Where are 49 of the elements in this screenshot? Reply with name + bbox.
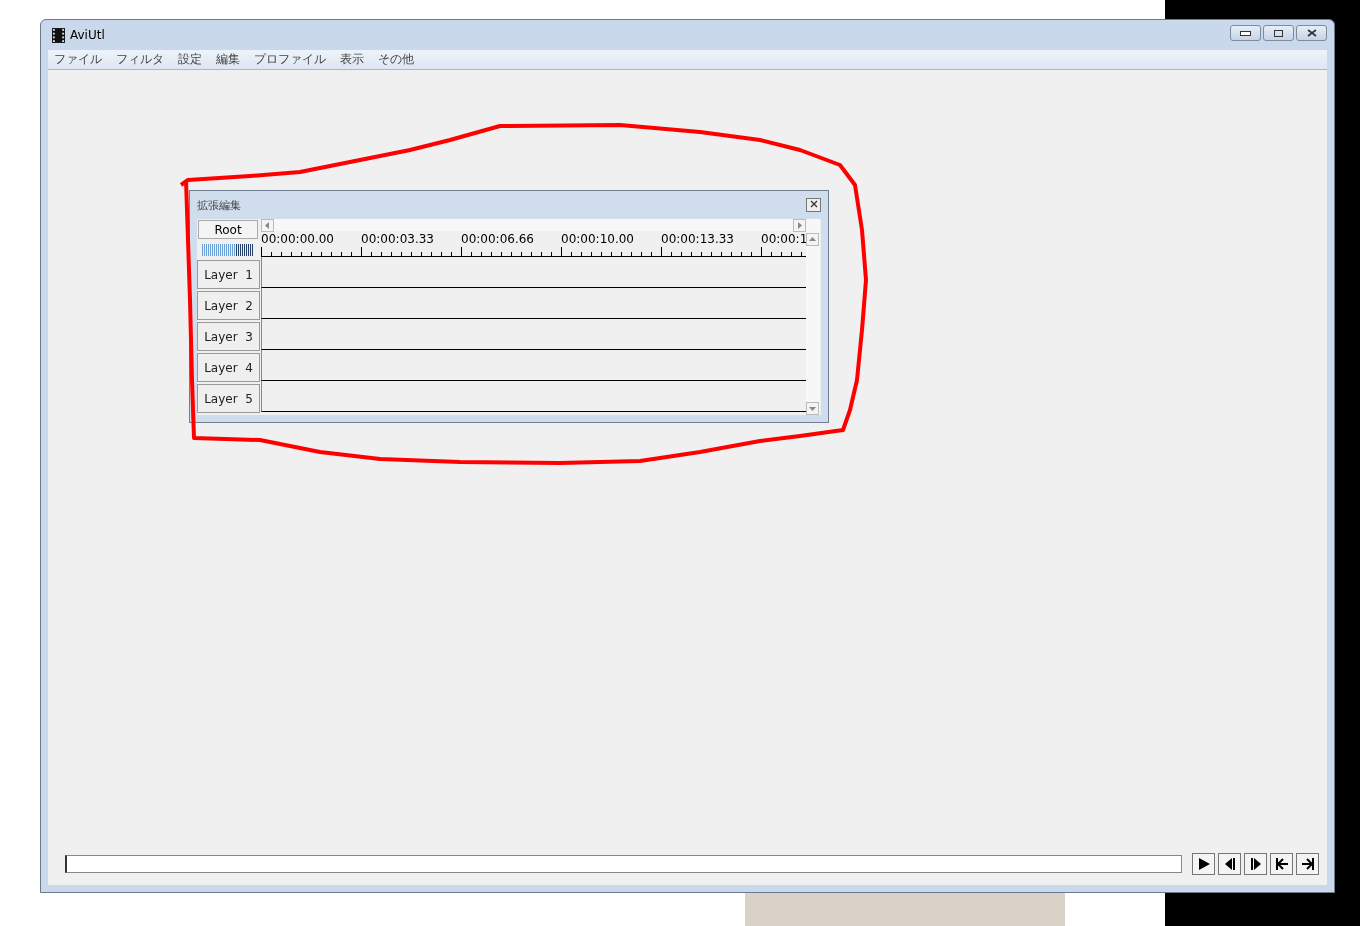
layer-button[interactable]: Layer 1 [197, 260, 260, 289]
time-label: 00:00:10.00 [561, 231, 635, 247]
time-label: 00:00:00.00 [261, 231, 335, 247]
go-to-start-button[interactable] [1270, 853, 1293, 875]
play-icon [1196, 857, 1211, 871]
menu-item[interactable]: その他 [378, 51, 414, 68]
root-button[interactable]: Root [198, 220, 258, 239]
menu-item[interactable]: 表示 [340, 51, 364, 68]
zoom-slider-drawing[interactable] [202, 244, 254, 256]
panel-title: 拡張編集 [197, 197, 241, 213]
layer-track[interactable] [261, 288, 806, 319]
scroll-down-icon[interactable] [806, 402, 819, 415]
layer-track[interactable] [261, 257, 806, 288]
next-frame-button[interactable] [1244, 853, 1267, 875]
time-label: 00:00:1 [761, 231, 806, 247]
close-icon [1306, 29, 1317, 37]
time-label: 00:00:06.66 [461, 231, 535, 247]
layer-track[interactable] [261, 381, 806, 412]
time-label: 00:00:03.33 [361, 231, 435, 247]
layer-button[interactable]: Layer 3 [197, 322, 260, 351]
vertical-scrollbar[interactable] [806, 219, 820, 415]
maximize-button[interactable] [1263, 25, 1294, 41]
close-icon [809, 200, 818, 208]
time-label: 00:00:13.33 [661, 231, 735, 247]
skip-to-start-icon [1274, 857, 1289, 871]
menu-item[interactable]: フィルタ [116, 51, 164, 68]
seek-bar[interactable] [65, 855, 1182, 873]
scroll-right-icon[interactable] [793, 219, 806, 232]
layer-button[interactable]: Layer 5 [197, 384, 260, 413]
layer-track[interactable] [261, 350, 806, 381]
play-button[interactable] [1192, 853, 1215, 875]
film-icon [52, 27, 65, 43]
menu-item[interactable]: 設定 [178, 51, 202, 68]
go-to-end-button[interactable] [1296, 853, 1319, 875]
minimize-button[interactable] [1230, 25, 1261, 41]
layer-track[interactable] [261, 319, 806, 350]
window-title: AviUtl [70, 28, 105, 42]
skip-to-end-icon [1300, 857, 1315, 871]
close-button[interactable] [1296, 25, 1327, 41]
scroll-up-icon[interactable] [806, 233, 819, 246]
menu-item[interactable]: プロファイル [254, 51, 326, 68]
menu-item[interactable]: ファイル [54, 51, 102, 68]
step-forward-icon [1248, 857, 1263, 871]
menu-item[interactable]: 編集 [216, 51, 240, 68]
close-button[interactable] [806, 198, 821, 212]
scroll-left-icon[interactable] [261, 219, 274, 232]
previous-frame-button[interactable] [1218, 853, 1241, 875]
layer-button[interactable]: Layer 4 [197, 353, 260, 382]
layer-button[interactable]: Layer 2 [197, 291, 260, 320]
